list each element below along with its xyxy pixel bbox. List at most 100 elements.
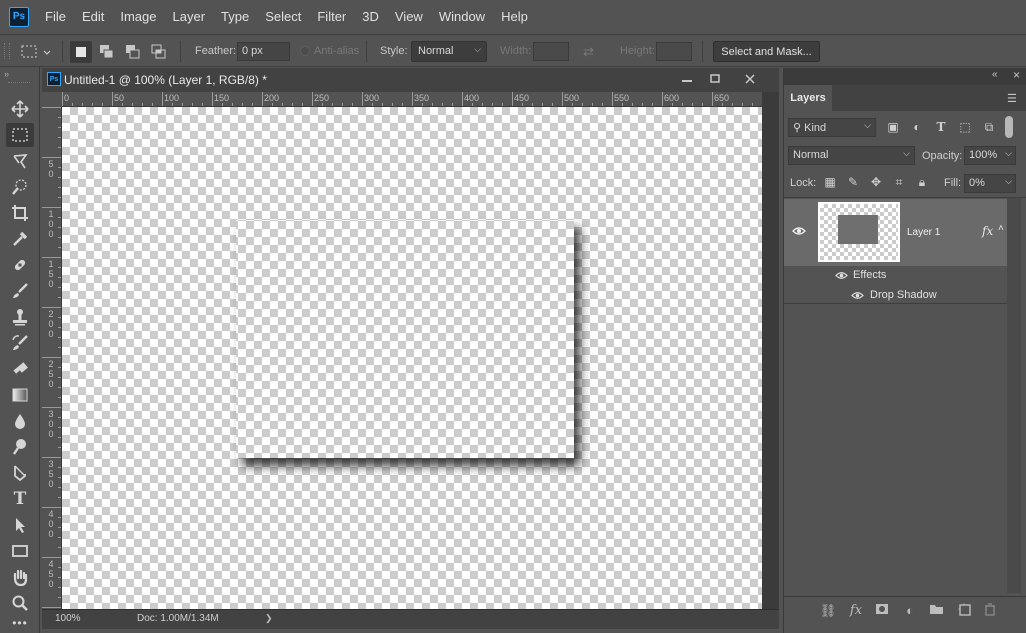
intersect-selection-button[interactable] (148, 41, 170, 63)
path-selection-tool-icon[interactable] (6, 513, 34, 537)
rectangle-tool-icon[interactable] (6, 539, 34, 563)
fill-input[interactable]: 0% ⌵ (964, 174, 1016, 193)
select-and-mask-button[interactable]: Select and Mask... (713, 41, 820, 62)
healing-brush-tool-icon[interactable] (6, 253, 34, 277)
style-select[interactable]: Normal ⌵ (411, 41, 487, 62)
feather-input[interactable]: 0 px (237, 42, 290, 61)
new-group-icon[interactable] (926, 603, 946, 618)
tool-preset-picker[interactable] (18, 41, 54, 63)
add-selection-button[interactable] (96, 41, 118, 63)
eyedropper-tool-icon[interactable] (6, 227, 34, 251)
gradient-tool-icon[interactable] (6, 383, 34, 407)
effects-row[interactable]: Effects (784, 266, 1007, 285)
drop-shadow-row[interactable]: Drop Shadow (784, 285, 1007, 304)
crop-tool-icon[interactable] (6, 201, 34, 225)
width-input[interactable] (533, 42, 569, 61)
options-bar: Feather: 0 px Anti-alias Style: Normal ⌵… (0, 34, 1026, 67)
zoom-tool-icon[interactable] (6, 591, 34, 615)
new-layer-icon[interactable] (954, 603, 974, 619)
lock-image-pixels-icon[interactable]: ✎ (844, 175, 862, 190)
close-icon[interactable] (737, 70, 763, 88)
status-menu-arrow-icon[interactable]: ❯ (265, 613, 273, 624)
quick-selection-tool-icon[interactable] (6, 175, 34, 199)
move-tool-icon[interactable] (6, 97, 34, 121)
maximize-icon[interactable] (702, 70, 728, 88)
shape-filter-icon[interactable]: ⬚ (956, 120, 974, 135)
link-layers-icon[interactable]: ⛓ (818, 603, 838, 619)
fill-label: Fill: (944, 177, 962, 189)
height-input[interactable] (656, 42, 692, 61)
type-tool-icon[interactable]: T (6, 487, 34, 511)
collapse-toolbar-icon[interactable]: » (4, 69, 9, 79)
menu-image[interactable]: Image (112, 0, 164, 33)
add-layer-style-icon[interactable]: fx (846, 603, 866, 618)
close-panel-icon[interactable]: × (1013, 68, 1020, 82)
layers-scrollbar[interactable] (1007, 198, 1021, 593)
subtract-selection-button[interactable] (122, 41, 144, 63)
lock-transparent-pixels-icon[interactable]: ▦ (821, 175, 839, 190)
panel-menu-icon[interactable]: ☰ (1007, 92, 1017, 105)
add-mask-icon[interactable] (872, 603, 892, 618)
delete-layer-icon[interactable] (980, 603, 1000, 619)
eraser-tool-icon[interactable] (6, 357, 34, 381)
lock-artboard-icon[interactable]: ⌗ (890, 175, 908, 190)
vertical-ruler[interactable]: 5 0 1 0 0 1 5 0 2 0 0 2 5 0 3 0 0 3 5 0 … (42, 107, 62, 609)
menu-edit[interactable]: Edit (74, 0, 112, 33)
menu-window[interactable]: Window (431, 0, 493, 33)
type-filter-icon[interactable]: T (932, 120, 950, 135)
history-brush-tool-icon[interactable] (6, 331, 34, 355)
brush-tool-icon[interactable] (6, 279, 34, 303)
menu-layer[interactable]: Layer (165, 0, 214, 33)
vertical-scrollbar[interactable] (762, 92, 779, 609)
filter-kind-select[interactable]: ⚲ Kind ⌵ (788, 118, 876, 137)
layer-1-shape[interactable] (236, 220, 574, 458)
more-tools-icon[interactable]: ••• (6, 615, 34, 631)
horizontal-ruler[interactable]: 0 50 100 150 200 250 300 350 400 450 500… (62, 92, 762, 107)
grip-handle[interactable] (4, 43, 10, 59)
collapse-panel-icon[interactable]: « (992, 69, 998, 80)
menu-filter[interactable]: Filter (309, 0, 354, 33)
pen-tool-icon[interactable] (6, 461, 34, 485)
app-logo-icon[interactable]: Ps (9, 6, 29, 27)
layer-row-layer-1[interactable]: Layer 1 fx ˄ (784, 199, 1007, 266)
blur-tool-icon[interactable] (6, 409, 34, 433)
antialias-checkbox[interactable] (300, 46, 310, 56)
hand-tool-icon[interactable] (6, 565, 34, 589)
menu-3d[interactable]: 3D (354, 0, 387, 33)
image-filter-icon[interactable]: ▣ (884, 120, 902, 135)
new-selection-button[interactable] (70, 41, 92, 63)
drop-shadow-eye-icon[interactable] (851, 291, 864, 303)
menu-view[interactable]: View (387, 0, 431, 33)
canvas[interactable] (62, 107, 762, 609)
menu-file[interactable]: File (37, 0, 74, 33)
clone-stamp-tool-icon[interactable] (6, 305, 34, 329)
fx-badge[interactable]: fx (982, 224, 993, 238)
rectangular-marquee-tool-icon[interactable] (6, 123, 34, 147)
effects-eye-icon[interactable] (835, 271, 848, 283)
opacity-input[interactable]: 100% ⌵ (964, 146, 1016, 165)
document-tab[interactable]: Ps Untitled-1 @ 100% (Layer 1, RGB/8) * (42, 68, 779, 92)
new-fill-adjustment-layer-icon[interactable]: ◐ (900, 603, 920, 618)
minimize-icon[interactable] (674, 70, 700, 88)
menu-help[interactable]: Help (493, 0, 536, 33)
lasso-tool-icon[interactable] (6, 149, 34, 173)
filter-toggle[interactable] (1005, 116, 1013, 138)
lock-position-icon[interactable]: ✥ (867, 175, 885, 190)
ruler-label: 5 0 (48, 159, 54, 179)
zoom-level[interactable]: 100% (55, 613, 81, 624)
visibility-eye-icon[interactable] (792, 225, 806, 239)
adjustment-filter-icon[interactable]: ◐ (908, 120, 926, 135)
menu-type[interactable]: Type (213, 0, 257, 33)
lock-all-icon[interactable]: 🔒︎ (913, 175, 931, 190)
dodge-tool-icon[interactable] (6, 435, 34, 459)
ruler-corner[interactable] (42, 92, 62, 107)
blend-mode-select[interactable]: Normal ⌵ (788, 146, 915, 165)
layer-name[interactable]: Layer 1 (907, 227, 940, 238)
swap-icon[interactable]: ⇄ (583, 44, 594, 60)
layer-thumbnail[interactable] (818, 202, 900, 262)
tab-layers[interactable]: Layers (784, 85, 832, 111)
menu-select[interactable]: Select (257, 0, 309, 33)
chevron-up-icon[interactable]: ˄ (998, 223, 1004, 234)
toolbar-grip[interactable] (8, 82, 30, 84)
smart-object-filter-icon[interactable]: ⧉ (980, 120, 998, 135)
